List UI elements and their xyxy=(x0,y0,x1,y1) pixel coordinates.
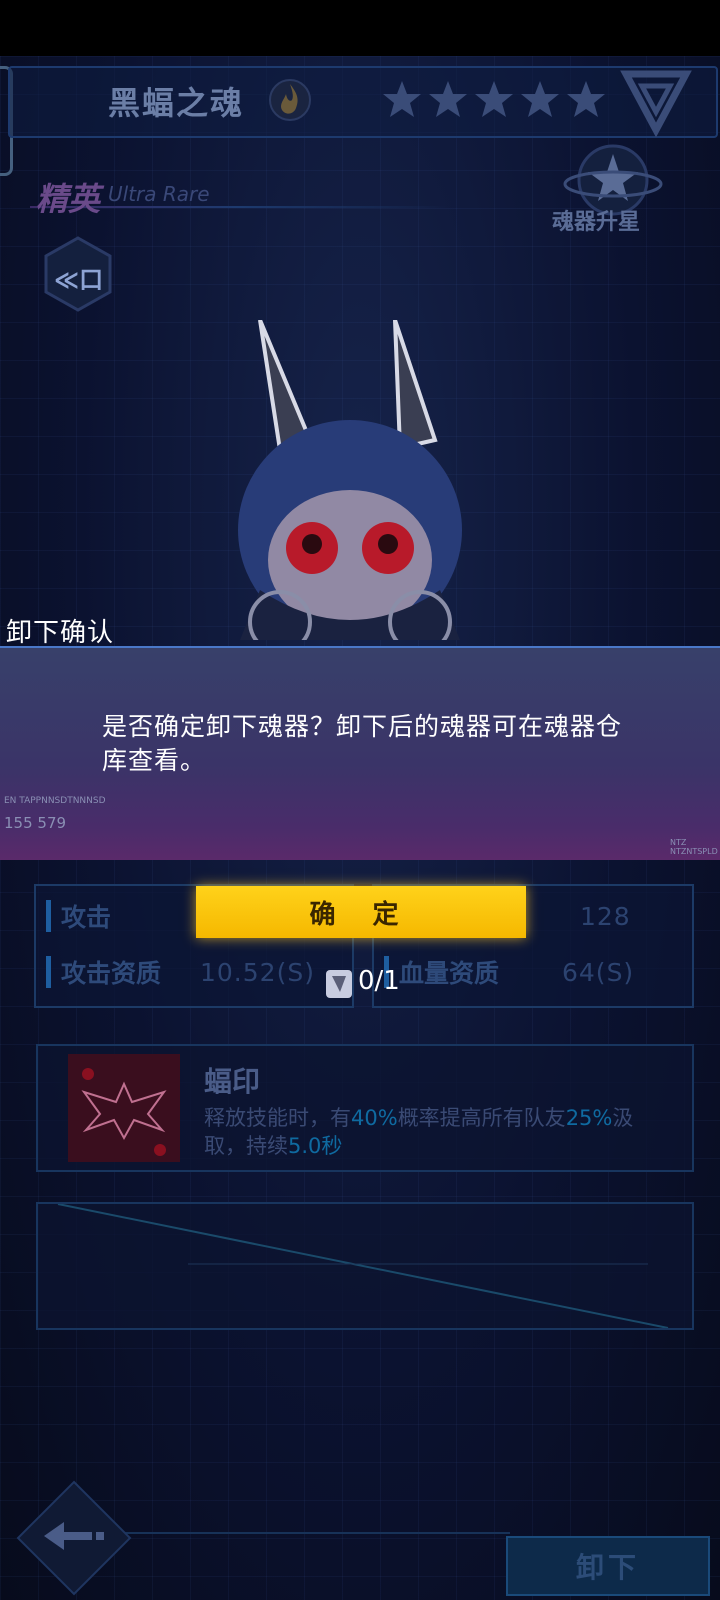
hp-value: 128 xyxy=(580,902,631,931)
skill-name: 蝠印 xyxy=(204,1065,261,1098)
unload-button[interactable]: 卸下 xyxy=(506,1536,710,1596)
attack-row: 攻击 xyxy=(46,894,111,938)
rarity-english: Ultra Rare xyxy=(108,182,210,206)
star-rating xyxy=(380,78,608,122)
skill-description: 释放技能时，有40%概率提高所有队友25%汲取，持续5.0秒 xyxy=(204,1106,634,1158)
bottom-divider xyxy=(110,1532,510,1534)
bat-skill-icon xyxy=(68,1054,180,1162)
star-upgrade-label[interactable]: 魂器升星 xyxy=(552,204,640,236)
count-text: 0/1 xyxy=(358,966,400,996)
status-bar xyxy=(0,0,720,56)
star-icon xyxy=(521,81,559,117)
star-icon xyxy=(429,81,467,117)
star-icon xyxy=(383,81,421,117)
rarity-label: 精英 xyxy=(36,180,101,218)
hp-quality-row: 血量资质 xyxy=(384,950,499,994)
deco-text-left: EN TAPPNNSDTNNNSD xyxy=(4,796,106,806)
attack-quality-value: 10.52(S) xyxy=(200,958,315,987)
hp-quality-value: 64(S) xyxy=(562,958,635,987)
back-arrow-icon[interactable] xyxy=(14,1478,134,1598)
character-chibi xyxy=(238,320,462,640)
dialog-title: 卸下确认 xyxy=(6,618,115,648)
flame-icon xyxy=(269,79,311,121)
attack-quality-row: 攻击资质 xyxy=(46,950,161,994)
level-text: ≪口 xyxy=(54,266,104,294)
star-icon xyxy=(567,81,605,117)
attack-quality-label: 攻击资质 xyxy=(61,959,162,988)
empty-slot-diagonal xyxy=(57,1203,669,1329)
soul-vessel-icon xyxy=(326,970,352,998)
hp-quality-label: 血量资质 xyxy=(399,959,500,988)
faction-triangle-icon xyxy=(620,70,692,138)
confirm-button[interactable]: 确 定 xyxy=(196,886,526,938)
dialog-message: 是否确定卸下魂器？卸下后的魂器可在魂器仓库查看。 xyxy=(102,712,623,775)
empty-skill-slot xyxy=(36,1202,694,1330)
soul-title: 黑蝠之魂 xyxy=(108,84,245,122)
stat-bar xyxy=(46,956,51,988)
star-icon xyxy=(475,81,513,117)
deco-text-right: NTZ NTZNTSPLD xyxy=(670,838,718,856)
deco-number: 155 579 xyxy=(4,814,67,832)
attack-label: 攻击 xyxy=(61,903,112,932)
stat-bar xyxy=(46,900,51,932)
